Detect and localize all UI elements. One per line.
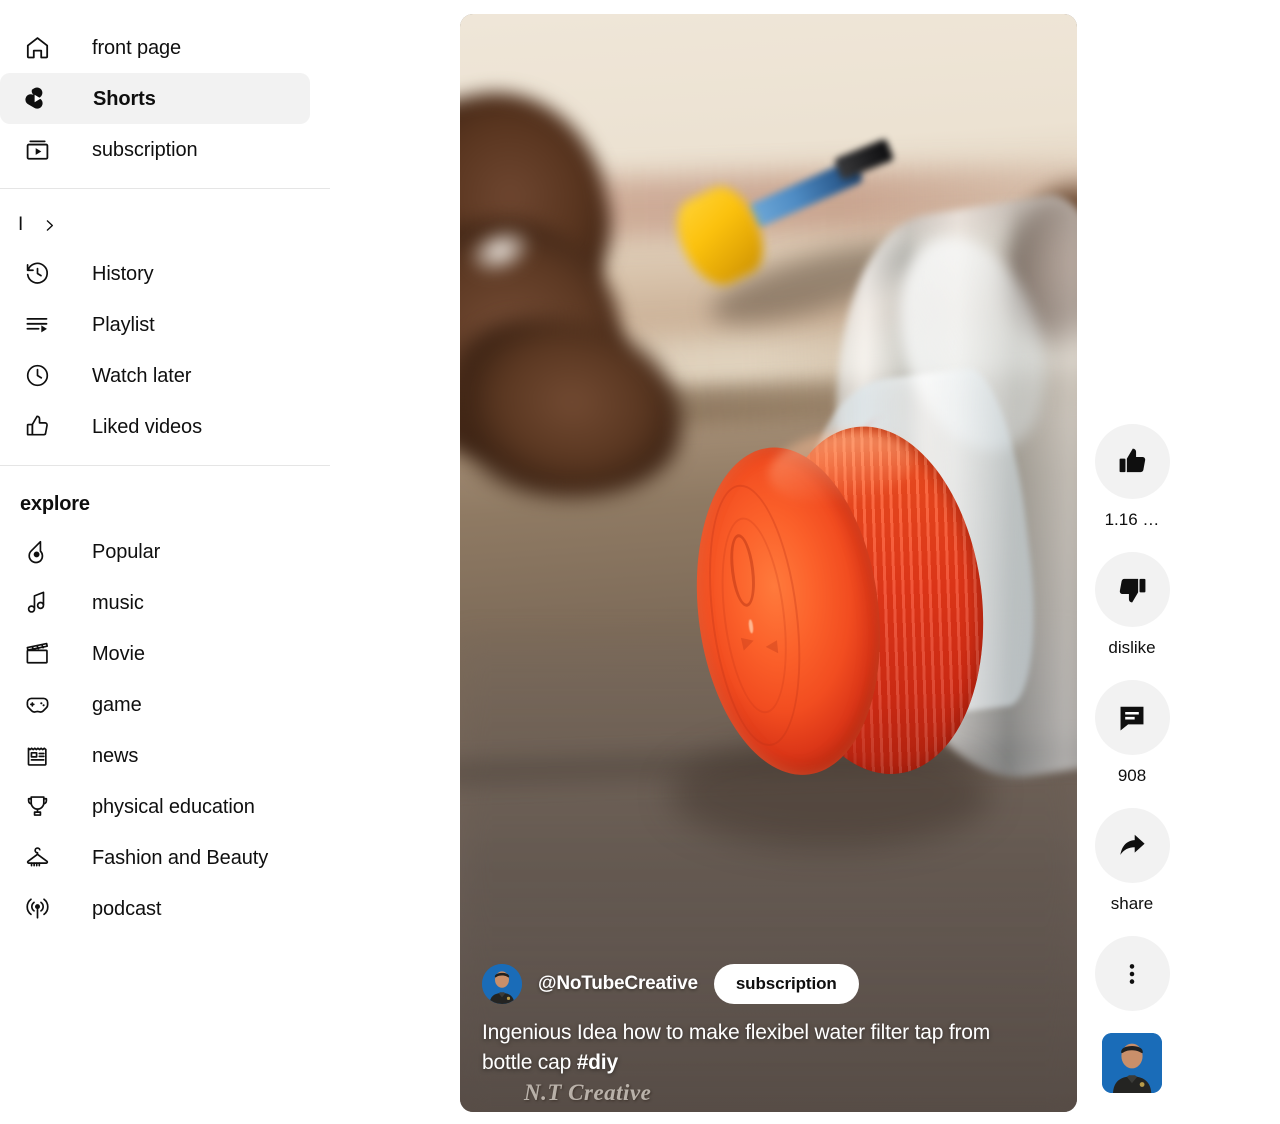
video-title-text: Ingenious Idea how to make flexibel wate… — [482, 1021, 991, 1074]
sidebar-item-popular[interactable]: Popular — [0, 526, 310, 577]
sidebar-item-shorts[interactable]: Shorts — [0, 73, 310, 124]
sidebar-item-podcast[interactable]: podcast — [0, 883, 310, 934]
bottle-cap — [677, 409, 1008, 799]
sidebar-item-label: Liked videos — [92, 415, 202, 438]
share-label: share — [1110, 894, 1154, 913]
dislike-button[interactable] — [1094, 552, 1170, 627]
share-action: share — [1094, 808, 1170, 914]
playlist-icon — [20, 308, 54, 342]
history-icon — [20, 257, 54, 291]
channel-thumbnail-button[interactable] — [1102, 1033, 1162, 1093]
trending-flame-icon — [20, 535, 54, 569]
comments-action: 908 — [1094, 680, 1170, 786]
video-title-hashtag[interactable]: #diy — [577, 1051, 618, 1074]
channel-thumbnail-portrait — [1102, 1033, 1162, 1093]
sidebar-item-label: Popular — [92, 540, 161, 563]
sidebar-item-label: subscription — [92, 138, 198, 161]
shorts-page: front page Shorts subscription I History… — [0, 0, 1280, 1124]
home-icon — [20, 31, 54, 65]
sidebar-item-music[interactable]: music — [0, 577, 310, 628]
thumbs-up-filled-icon — [1119, 448, 1145, 473]
sidebar-item-fashion-and-beauty[interactable]: Fashion and Beauty — [0, 832, 310, 883]
sidebar-item-physical-education[interactable]: physical education — [0, 781, 310, 832]
sidebar-divider-2 — [0, 465, 330, 466]
music-note-icon — [20, 586, 54, 620]
more-vertical-icon — [1129, 963, 1135, 984]
sidebar-item-label: Shorts — [93, 87, 156, 110]
sidebar-item-label: game — [92, 693, 142, 716]
clapperboard-icon — [20, 637, 54, 671]
channel-handle[interactable]: @NoTubeCreative — [538, 973, 698, 995]
comment-bubble-icon — [1120, 706, 1144, 731]
trophy-icon — [20, 790, 54, 824]
channel-avatar[interactable] — [482, 964, 522, 1004]
more-action — [1094, 936, 1170, 1011]
comments-button[interactable] — [1094, 680, 1170, 755]
shorts-icon — [20, 82, 54, 116]
sidebar-expand-label: I — [18, 214, 24, 235]
sidebar-item-liked-videos[interactable]: Liked videos — [0, 401, 310, 452]
sidebar: front page Shorts subscription I History… — [0, 0, 340, 1124]
avatar-portrait — [482, 964, 522, 1004]
comment-count: 908 — [1117, 766, 1147, 785]
video-info-overlay: @NoTubeCreative subscription Ingenious I… — [482, 964, 1059, 1106]
sidebar-item-news[interactable]: news — [0, 730, 310, 781]
gamepad-icon — [20, 688, 54, 722]
sidebar-divider-1 — [0, 188, 330, 189]
sidebar-expand-row[interactable]: I — [0, 202, 340, 248]
thumbs-down-filled-icon — [1119, 578, 1145, 603]
sidebar-item-label: Fashion and Beauty — [92, 846, 269, 869]
sidebar-item-history[interactable]: History — [0, 248, 310, 299]
sidebar-item-playlist[interactable]: Playlist — [0, 299, 310, 350]
sidebar-item-label: music — [92, 591, 144, 614]
video-frame — [460, 14, 1077, 1112]
chevron-right-icon — [41, 217, 58, 234]
channel-row: @NoTubeCreative subscription — [482, 964, 1059, 1004]
sidebar-item-label: History — [92, 262, 154, 285]
sidebar-item-game[interactable]: game — [0, 679, 310, 730]
video-title[interactable]: Ingenious Idea how to make flexibel wate… — [482, 1018, 1022, 1078]
sidebar-item-label: Watch later — [92, 364, 192, 387]
share-arrow-icon — [1119, 834, 1145, 855]
dislike-label: dislike — [1108, 638, 1156, 657]
subscribe-button[interactable]: subscription — [713, 964, 859, 1004]
shorts-video-player[interactable]: @NoTubeCreative subscription Ingenious I… — [460, 14, 1077, 1112]
sidebar-explore-heading: explore — [20, 493, 90, 515]
video-action-rail: 1.16 … dislike 908 share — [1093, 424, 1171, 1093]
sidebar-item-watch-later[interactable]: Watch later — [0, 350, 310, 401]
like-count: 1.16 … — [1104, 510, 1160, 529]
podcast-icon — [20, 892, 54, 926]
share-button[interactable] — [1094, 808, 1170, 883]
sidebar-item-label: Movie — [92, 642, 145, 665]
sidebar-item-label: physical education — [92, 795, 255, 818]
sidebar-item-label: podcast — [92, 897, 162, 920]
newspaper-icon — [20, 739, 54, 773]
hanger-icon — [20, 841, 54, 875]
thumbs-up-outline-icon — [20, 410, 54, 444]
sidebar-item-movie[interactable]: Movie — [0, 628, 310, 679]
more-options-button[interactable] — [1094, 936, 1170, 1011]
sidebar-item-subscription[interactable]: subscription — [0, 124, 310, 175]
sidebar-item-label: front page — [92, 36, 182, 59]
like-button[interactable] — [1094, 424, 1170, 499]
like-action: 1.16 … — [1094, 424, 1170, 530]
clock-icon — [20, 359, 54, 393]
sidebar-item-label: Playlist — [92, 313, 155, 336]
sidebar-item-label: news — [92, 744, 139, 767]
dislike-action: dislike — [1094, 552, 1170, 658]
channel-watermark: N.T Creative — [524, 1080, 652, 1105]
sidebar-item-front-page[interactable]: front page — [0, 22, 310, 73]
subscriptions-icon — [20, 133, 54, 167]
